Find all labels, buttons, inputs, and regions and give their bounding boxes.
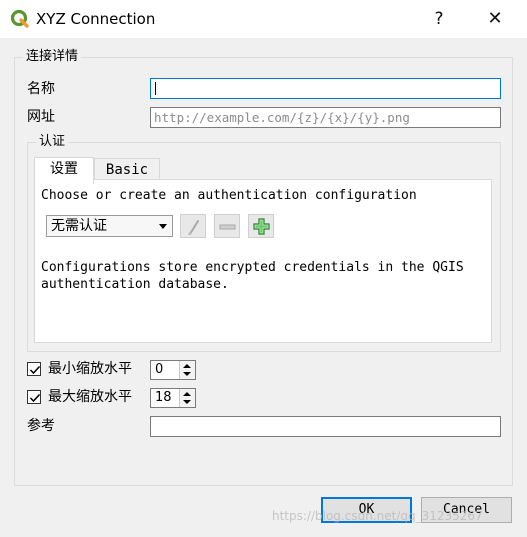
name-label: 名称 <box>27 81 55 97</box>
referer-label: 参考 <box>27 418 55 434</box>
auth-config-select[interactable]: 无需认证 <box>46 215 173 237</box>
edit-config-button[interactable] <box>180 214 206 238</box>
qgis-logo-icon <box>10 9 30 29</box>
min-zoom-checkbox[interactable] <box>27 362 41 376</box>
auth-info-line-2: authentication database. <box>41 277 229 292</box>
auth-prompt: Choose or create an authentication confi… <box>41 188 417 203</box>
watermark: https://blog.csdn.net/qq_31235267 <box>272 509 483 523</box>
authentication-title: 认证 <box>36 134 69 150</box>
spin-up-icon <box>183 364 191 368</box>
title-bar: XYZ Connection ? ✕ <box>0 0 527 38</box>
connection-details-title: 连接详情 <box>23 49 82 65</box>
max-zoom-label: 最大缩放水平 <box>48 389 132 405</box>
remove-config-button[interactable] <box>214 214 240 238</box>
min-zoom-label: 最小缩放水平 <box>48 361 132 377</box>
referer-input[interactable] <box>150 416 501 437</box>
url-input[interactable]: http://example.com/{z}/{x}/{y}.png <box>150 107 501 128</box>
name-input[interactable] <box>150 78 501 99</box>
spin-down-icon <box>183 400 191 404</box>
window-title: XYZ Connection <box>36 10 156 28</box>
url-label: 网址 <box>27 109 55 125</box>
min-zoom-spinbox[interactable]: 0 <box>150 360 196 380</box>
close-button[interactable]: ✕ <box>481 6 509 32</box>
min-zoom-stepper[interactable] <box>179 361 195 379</box>
url-placeholder: http://example.com/{z}/{x}/{y}.png <box>154 110 410 125</box>
tab-settings[interactable]: 设置 <box>34 157 94 184</box>
add-config-button[interactable] <box>248 214 274 238</box>
auth-tab-panel: Choose or create an authentication confi… <box>34 179 492 343</box>
chevron-down-icon <box>159 224 167 229</box>
max-zoom-spinbox[interactable]: 18 <box>150 388 196 408</box>
help-button[interactable]: ? <box>425 6 453 32</box>
spin-down-icon <box>183 372 191 376</box>
auth-info-line-1: Configurations store encrypted credentia… <box>41 260 464 275</box>
spin-up-icon <box>183 392 191 396</box>
max-zoom-checkbox[interactable] <box>27 390 41 404</box>
max-zoom-stepper[interactable] <box>179 389 195 407</box>
text-caret <box>155 82 156 95</box>
